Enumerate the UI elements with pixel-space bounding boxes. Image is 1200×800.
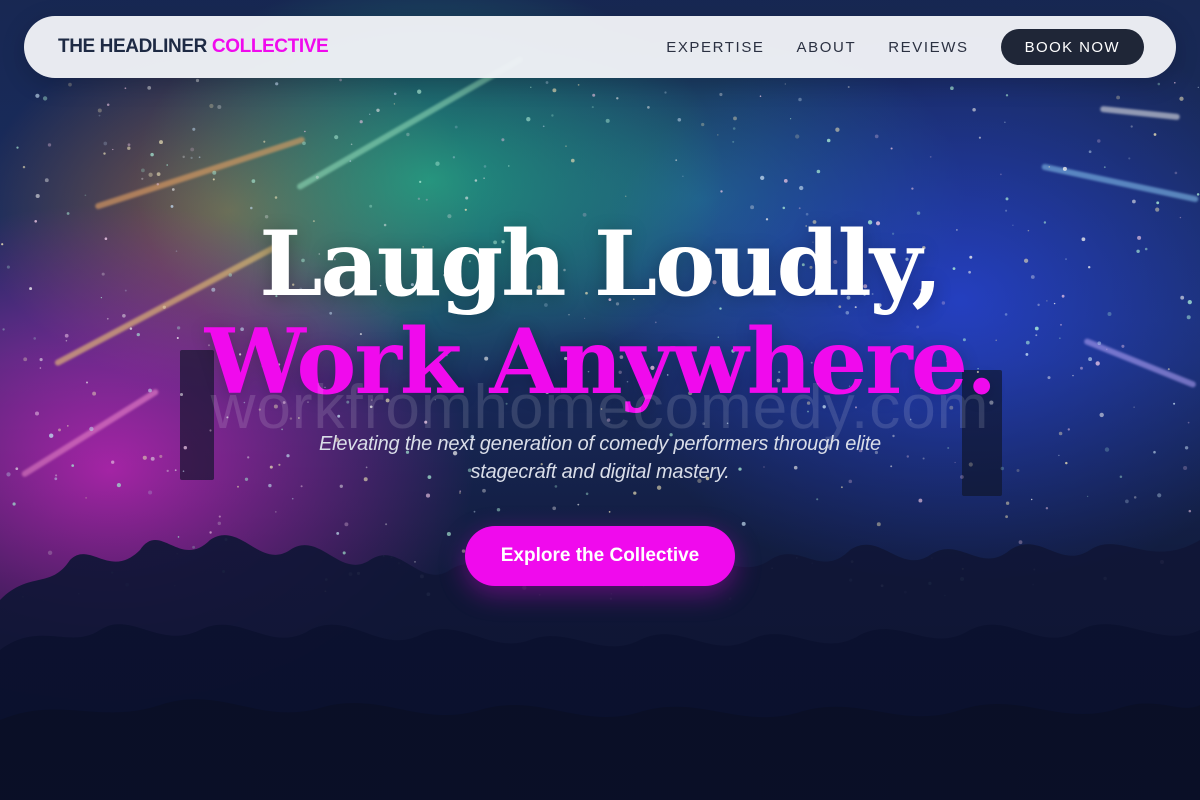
hero-section: Laugh Loudly, Work Anywhere. workfromhom… [0, 0, 1200, 800]
hero-subtitle: Elevating the next generation of comedy … [319, 433, 881, 483]
explore-collective-button[interactable]: Explore the Collective [465, 526, 735, 586]
headline-line-1: Laugh Loudly, [259, 211, 943, 317]
